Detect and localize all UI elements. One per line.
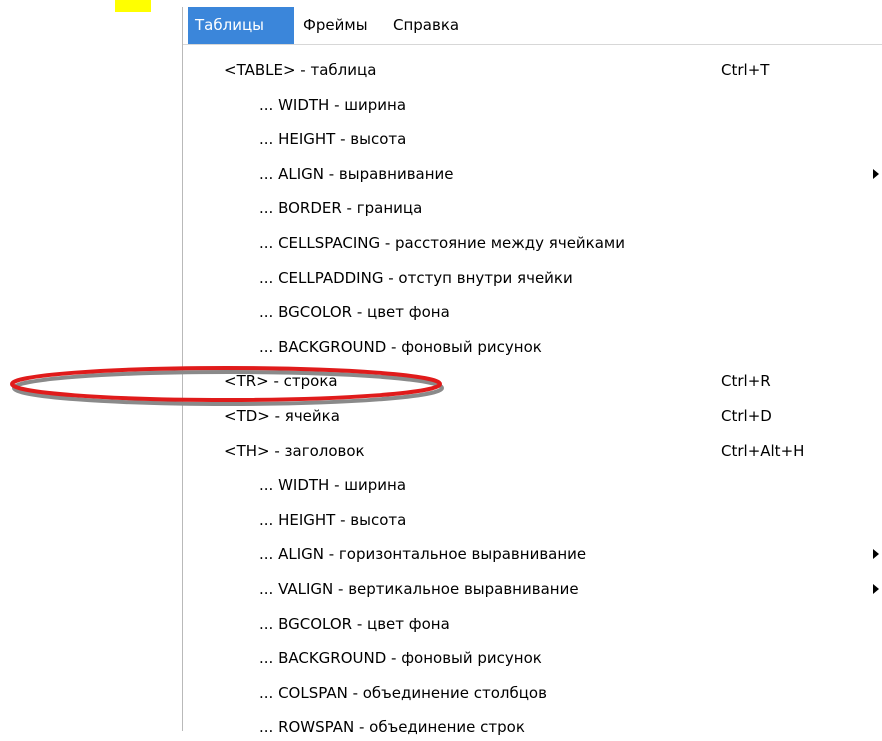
menu-item[interactable]: ... BGCOLOR - цвет фона — [183, 298, 882, 326]
menu-item[interactable]: ... HEIGHT - высота — [183, 506, 882, 534]
menu-item-label: ... CELLSPACING - расстояние между ячейк… — [259, 234, 625, 252]
menu-item-label: ... WIDTH - ширина — [259, 476, 407, 495]
menu-item-label: <TR> - строка — [224, 372, 338, 391]
menu-item-label: ... ROWSPAN - объединение строк — [259, 718, 525, 737]
menu-item-label: <TABLE> - таблица — [224, 61, 377, 79]
menu-item[interactable]: ... WIDTH - ширина — [183, 471, 882, 499]
menu-item[interactable]: ... ALIGN - выравнивание — [183, 160, 882, 188]
menu-item-label: ... BACKGROUND - фоновый рисунок — [259, 337, 542, 356]
menu-item[interactable]: ... BORDER - граница — [183, 194, 882, 222]
menu-item-label: ... BACKGROUND - фоновый рисунок — [259, 649, 542, 668]
submenu-arrow-icon — [873, 168, 879, 179]
submenu-arrow-icon — [873, 584, 879, 594]
yellow-highlight-mark — [115, 0, 151, 12]
menu-item[interactable]: <TR> - строка Ctrl+R — [183, 367, 882, 395]
menu-item-label: <TD> - ячейка — [224, 407, 340, 425]
menu-item[interactable]: ... ALIGN - горизонтальное выравнивание — [183, 540, 882, 568]
menu-item-label: ... BORDER - граница — [259, 199, 423, 218]
menu-item[interactable]: <TABLE> - таблица Ctrl+T — [183, 56, 882, 84]
menu-item[interactable]: ... ROWSPAN - объединение строк — [183, 713, 882, 741]
menu-item[interactable]: ... BACKGROUND - фоновый рисунок — [183, 333, 882, 361]
menu-item-shortcut: Ctrl+D — [721, 407, 772, 425]
menu-item[interactable]: ... HEIGHT - высота — [183, 125, 882, 153]
menu-item[interactable]: <TD> - ячейка Ctrl+D — [183, 402, 882, 430]
menu-item-label: <TH> - заголовок — [224, 441, 365, 460]
menu-item-label: ... HEIGHT - высота — [259, 510, 407, 529]
menu-item-shortcut: Ctrl+Alt+H — [721, 441, 805, 460]
menu-item-label: ... BGCOLOR - цвет фона — [259, 614, 450, 633]
menu-item-label: ... VALIGN - вертикальное выравнивание — [259, 580, 579, 598]
submenu-arrow-icon — [873, 549, 879, 560]
menu-item[interactable]: ... VALIGN - вертикальное выравнивание — [183, 575, 882, 603]
menu-tables[interactable]: Таблицы — [188, 7, 294, 44]
menu-item-label: ... COLSPAN - объединение столбцов — [259, 683, 547, 702]
menu-item[interactable]: ... CELLSPACING - расстояние между ячейк… — [183, 229, 882, 257]
menu-item-label: ... ALIGN - горизонтальное выравнивание — [259, 545, 587, 564]
menu-item[interactable]: ... BACKGROUND - фоновый рисунок — [183, 644, 882, 672]
menu-item-shortcut: Ctrl+T — [721, 61, 770, 79]
menu-item[interactable]: <TH> - заголовок Ctrl+Alt+H — [183, 437, 882, 465]
menu-item-label: ... BGCOLOR - цвет фона — [259, 303, 450, 322]
menu-item[interactable]: ... WIDTH - ширина — [183, 91, 882, 119]
menu-item[interactable]: ... CELLPADDING - отступ внутри ячейки — [183, 264, 882, 292]
menu-item-label: ... CELLPADDING - отступ внутри ячейки — [259, 268, 573, 287]
tables-dropdown-menu: <TABLE> - таблица Ctrl+T ... WIDTH - ширин… — [183, 45, 882, 736]
menu-item[interactable]: ... COLSPAN - объединение столбцов — [183, 679, 882, 707]
menu-bar: Таблицы Фреймы Справка — [183, 7, 882, 45]
menu-item-label: ... HEIGHT - высота — [259, 130, 407, 149]
editor-window: Таблицы Фреймы Справка <TABLE> - таблица… — [182, 7, 882, 736]
menu-item-shortcut: Ctrl+R — [721, 372, 771, 391]
menu-item[interactable]: ... BGCOLOR - цвет фона — [183, 610, 882, 638]
menu-item-label: ... ALIGN - выравнивание — [259, 164, 454, 183]
menu-item-label: ... WIDTH - ширина — [259, 95, 407, 114]
menu-help[interactable]: Справка — [386, 7, 472, 44]
menu-frames[interactable]: Фреймы — [296, 7, 384, 44]
